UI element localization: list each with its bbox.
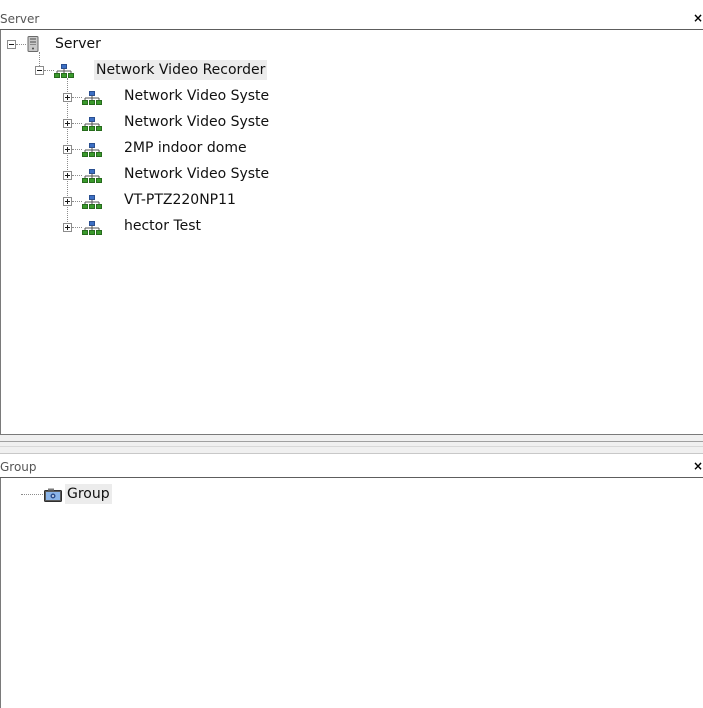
group-panel-close-button[interactable]: × (693, 459, 703, 473)
tree-node-device[interactable]: Network Video Syste (122, 164, 271, 184)
network-icon (54, 63, 74, 82)
tree-node-server[interactable]: Server (53, 34, 103, 54)
device-tree-window: Server × Server Network Video Recorder N… (0, 0, 703, 708)
group-panel-title: Group (0, 460, 37, 474)
device-expand-toggle[interactable] (63, 197, 72, 206)
network-icon (82, 90, 102, 109)
device-expand-toggle[interactable] (63, 171, 72, 180)
server-panel-close-button[interactable]: × (693, 11, 703, 25)
tree-node-network-video-recorder[interactable]: Network Video Recorder (94, 60, 268, 80)
device-expand-toggle[interactable] (63, 223, 72, 232)
server-tree: Server Network Video Recorder Network Vi… (0, 30, 703, 434)
tree-node-device[interactable]: hector Test (122, 216, 203, 236)
network-icon (82, 168, 102, 187)
group-panel-header: Group × (0, 458, 703, 478)
group-tree: Group (0, 478, 703, 708)
recorder-collapse-toggle[interactable] (35, 66, 44, 75)
tree-node-group[interactable]: Group (65, 484, 112, 504)
panel-splitter[interactable] (0, 434, 703, 454)
server-collapse-toggle[interactable] (7, 40, 16, 49)
server-panel-header: Server × (0, 10, 703, 30)
server-icon (27, 36, 39, 56)
tree-node-device[interactable]: Network Video Syste (122, 112, 271, 132)
tree-node-device[interactable]: VT-PTZ220NP11 (122, 190, 238, 210)
device-expand-toggle[interactable] (63, 145, 72, 154)
device-expand-toggle[interactable] (63, 93, 72, 102)
network-icon (82, 194, 102, 213)
tree-node-device[interactable]: Network Video Syste (122, 86, 271, 106)
camera-group-icon (44, 487, 62, 506)
network-icon (82, 142, 102, 161)
network-icon (82, 220, 102, 239)
server-panel-title: Server (0, 12, 40, 26)
device-expand-toggle[interactable] (63, 119, 72, 128)
network-icon (82, 116, 102, 135)
tree-node-device[interactable]: 2MP indoor dome (122, 138, 249, 158)
